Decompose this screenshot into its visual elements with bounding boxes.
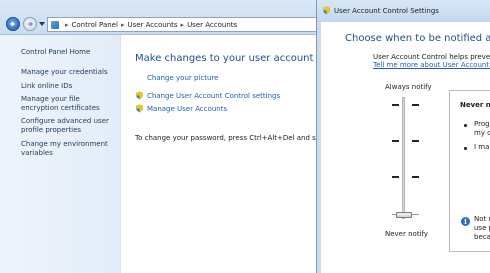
breadcrumb-separator: ▸ [120, 21, 125, 29]
slider-tick [412, 214, 419, 215]
slider-tick [392, 176, 399, 178]
sidebar-link-online-ids[interactable]: Link online IDs [21, 82, 117, 91]
address-bar-area: ▸ Control Panel ▸ User Accounts ▸ User Accoun… [0, 0, 322, 35]
breadcrumb-item-user-accounts[interactable]: User Accounts [127, 21, 177, 29]
change-picture-link[interactable]: Change your picture [147, 74, 218, 82]
level-note-text: Not r [474, 215, 490, 223]
slider-tick [392, 104, 399, 106]
slider-top-label: Always notify [385, 83, 432, 91]
level-note-text: beca [474, 233, 490, 241]
recent-pages-dropdown-icon[interactable] [39, 21, 45, 27]
uac-settings-window: User Account Control Settings Choose whe… [316, 0, 490, 273]
sidebar: Control Panel Home Manage your credentia… [0, 35, 121, 273]
slider-tick [412, 140, 419, 142]
sidebar-link-profile-properties[interactable]: Configure advanced user profile properti… [21, 117, 117, 135]
bullet-icon [464, 147, 467, 150]
uac-shield-icon [136, 91, 143, 100]
level-bullet-text: Progr [474, 120, 490, 128]
forward-button[interactable] [23, 17, 37, 31]
level-note-text: use p [474, 224, 490, 232]
page-title: Make changes to your user account [135, 53, 314, 64]
info-icon: i [461, 217, 470, 226]
uac-shield-icon [136, 104, 143, 113]
level-bullet-text: my co [474, 129, 490, 137]
breadcrumb-separator: ▸ [180, 21, 185, 29]
back-button[interactable] [6, 17, 20, 31]
breadcrumb-items: ▸ Control Panel ▸ User Accounts ▸ User Accoun… [62, 20, 237, 30]
level-bullet-text: I make [474, 143, 490, 151]
sidebar-home-link[interactable]: Control Panel Home [21, 48, 90, 56]
uac-client-area: Choose when to be notified a User Accoun… [321, 22, 490, 273]
sidebar-link-file-encryption[interactable]: Manage your file encryption certificates [21, 95, 117, 113]
breadcrumb-separator: ▸ [65, 21, 69, 29]
sidebar-link-environment-variables[interactable]: Change my environment variables [21, 140, 117, 158]
change-uac-settings-link[interactable]: Change User Account Control settings [147, 92, 280, 100]
breadcrumb-item-control-panel[interactable]: Control Panel [72, 21, 118, 29]
slider-bottom-label: Never notify [385, 230, 428, 238]
slider-tick [412, 176, 419, 178]
bullet-icon [464, 124, 467, 127]
slider-tick [412, 104, 419, 106]
notification-level-slider-track[interactable] [402, 97, 405, 219]
uac-description: User Account Control helps prevent po [373, 53, 490, 61]
window-title: User Account Control Settings [334, 7, 439, 15]
uac-heading: Choose when to be notified a [345, 33, 490, 44]
level-title: Never no [460, 101, 490, 109]
breadcrumb-item-user-accounts-current[interactable]: User Accounts [187, 21, 237, 29]
breadcrumb[interactable]: ▸ Control Panel ▸ User Accounts ▸ User Accoun… [47, 17, 322, 32]
control-panel-icon [51, 21, 59, 29]
password-hint-text: To change your password, press Ctrl+Alt+… [135, 134, 345, 142]
window-title-bar[interactable]: User Account Control Settings [317, 0, 490, 22]
tell-me-more-link[interactable]: Tell me more about User Account Con [373, 61, 490, 69]
manage-user-accounts-link[interactable]: Manage User Accounts [147, 105, 227, 113]
slider-tick [392, 140, 399, 142]
back-arrow-icon [10, 21, 15, 27]
control-panel-window: ▸ Control Panel ▸ User Accounts ▸ User Accoun… [0, 0, 345, 273]
uac-shield-icon [323, 6, 330, 15]
forward-arrow-icon [28, 21, 33, 27]
level-description-panel: Never no Progr my co I make i Not r use … [449, 90, 490, 252]
sidebar-link-manage-credentials[interactable]: Manage your credentials [21, 68, 117, 77]
notification-level-slider-thumb[interactable] [396, 212, 412, 218]
